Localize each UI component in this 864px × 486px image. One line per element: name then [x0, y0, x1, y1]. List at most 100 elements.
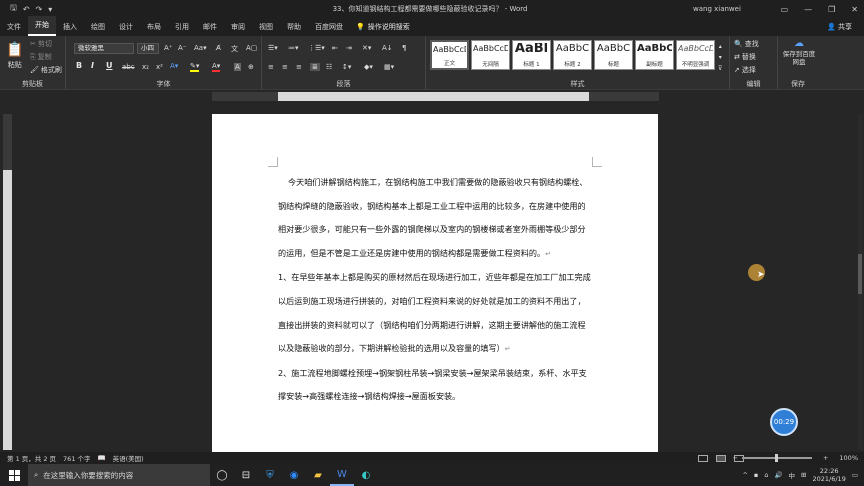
word-app-icon[interactable]: W: [330, 464, 354, 486]
style-title[interactable]: AaBbC 标题: [594, 40, 633, 70]
tray-chevron-icon[interactable]: ^: [742, 471, 747, 479]
borders-button[interactable]: ▦▾: [384, 63, 394, 71]
bullets-button[interactable]: ☰▾: [268, 44, 278, 52]
taskbar-search[interactable]: ⌕ 在这里输入你要搜索的内容: [28, 464, 210, 486]
style-subtitle[interactable]: AaBbC 副标题: [635, 40, 674, 70]
justify-button[interactable]: ≣: [310, 63, 320, 71]
shrink-font-button[interactable]: A⁻: [178, 44, 186, 52]
save-to-netdisk-button[interactable]: ☁ 保存到百度网盘: [780, 39, 818, 67]
print-layout-icon[interactable]: [716, 454, 726, 462]
security-shield-icon[interactable]: ⛨: [258, 464, 282, 486]
minimize-icon[interactable]: —: [804, 5, 812, 14]
tab-baidu-netdisk[interactable]: 百度网盘: [308, 22, 350, 36]
style-no-spacing[interactable]: AaBbCcDi 无间隔: [471, 40, 510, 70]
notification-icon[interactable]: ▭: [852, 471, 858, 479]
numbering-button[interactable]: ≔▾: [288, 44, 299, 52]
paragraph-2[interactable]: 1、在早些年基本上都是购买的原材然后在现场进行加工，近些年都是在加工厂加工完成以…: [278, 266, 592, 361]
ime-app-icon[interactable]: ⊞: [801, 471, 806, 479]
paste-button[interactable]: 📋 粘贴: [6, 42, 23, 70]
zoom-out-icon[interactable]: −: [733, 454, 738, 462]
ribbon-display-icon[interactable]: ▭: [781, 5, 789, 14]
cut-button[interactable]: ✂ 剪切: [30, 39, 52, 49]
redo-icon[interactable]: ↷: [36, 5, 43, 14]
tab-references[interactable]: 引用: [168, 22, 196, 36]
user-name[interactable]: wang xianwei: [693, 5, 741, 13]
enclose-char-button[interactable]: ⊕: [248, 63, 254, 71]
edge-browser-icon[interactable]: ◉: [282, 464, 306, 486]
screen-recorder-icon[interactable]: ◐: [354, 464, 378, 486]
increase-indent-button[interactable]: ⇥: [346, 44, 352, 52]
file-explorer-icon[interactable]: ▰: [306, 464, 330, 486]
tab-mailings[interactable]: 邮件: [196, 22, 224, 36]
tab-home[interactable]: 开始: [28, 16, 56, 36]
style-subtle-emphasis[interactable]: AaBbCcDi 不明显强调: [676, 40, 715, 70]
app-icon-1[interactable]: ⊟: [234, 464, 258, 486]
subscript-button[interactable]: x₂: [142, 63, 149, 71]
tab-view[interactable]: 视图: [252, 22, 280, 36]
shading-button[interactable]: ◆▾: [364, 63, 373, 71]
share-button[interactable]: 👤 共享: [827, 22, 852, 32]
task-view-icon[interactable]: ◯: [210, 464, 234, 486]
font-size-select[interactable]: 小四: [137, 43, 159, 54]
tray-app-icon[interactable]: ▪: [754, 471, 758, 479]
styles-scroll[interactable]: ▴ ▾ ⊽: [718, 42, 722, 73]
horizontal-ruler[interactable]: [212, 92, 659, 101]
save-icon[interactable]: 🖫: [10, 2, 17, 16]
grow-font-button[interactable]: A⁺: [164, 44, 172, 52]
page-count[interactable]: 第 1 页，共 2 页: [7, 453, 56, 463]
scrollbar-thumb[interactable]: [858, 254, 862, 294]
replace-button[interactable]: ⇄ 替换: [734, 52, 756, 62]
paragraph-3[interactable]: 2、施工流程地脚螺栓预埋→钢架钢柱吊装→钢梁安装→屋架梁吊装结束，系杆、水平支撑…: [278, 362, 592, 409]
tab-design[interactable]: 设计: [112, 22, 140, 36]
line-spacing-button[interactable]: ↕▾: [342, 63, 351, 71]
distributed-button[interactable]: ☷: [326, 63, 332, 71]
superscript-button[interactable]: x²: [156, 63, 163, 71]
maximize-icon[interactable]: ❐: [828, 5, 835, 14]
document-page[interactable]: 今天咱们讲解钢结构施工，在钢结构施工中我们需要做的隐蔽验收只有钢结构螺栓、钢结构…: [212, 114, 658, 454]
ime-indicator[interactable]: 中: [789, 470, 796, 480]
select-button[interactable]: ➚ 选择: [734, 65, 756, 75]
copy-button[interactable]: ⎘ 复制: [30, 52, 52, 62]
tab-file[interactable]: 文件: [0, 22, 28, 36]
multilevel-list-button[interactable]: ⋮☰▾: [308, 44, 325, 52]
strikethrough-button[interactable]: abc: [122, 63, 135, 71]
proofing-icon[interactable]: 📖: [98, 454, 106, 462]
vertical-scrollbar[interactable]: [858, 114, 863, 450]
word-count[interactable]: 761 个字: [63, 453, 90, 463]
taskbar-clock[interactable]: 22:26 2021/6/19: [813, 467, 846, 483]
zoom-level[interactable]: 100%: [839, 454, 858, 462]
underline-button[interactable]: U: [106, 61, 113, 70]
format-painter-button[interactable]: 🖌 格式刷: [30, 65, 62, 75]
language[interactable]: 英语(美国): [113, 453, 144, 463]
show-marks-button[interactable]: ¶: [402, 44, 406, 52]
align-right-button[interactable]: ≡: [296, 63, 302, 71]
zoom-slider[interactable]: [741, 454, 812, 462]
tab-help[interactable]: 帮助: [280, 22, 308, 36]
tell-me-search[interactable]: 💡 操作说明搜索: [350, 22, 417, 36]
find-button[interactable]: 🔍 查找: [734, 39, 759, 49]
change-case-button[interactable]: Aa▾: [194, 44, 207, 52]
close-icon[interactable]: ✕: [851, 5, 858, 14]
highlight-button[interactable]: ✎▾: [190, 62, 200, 72]
align-left-button[interactable]: ≡: [268, 63, 274, 71]
sort-button[interactable]: A↓: [382, 44, 393, 52]
tab-insert[interactable]: 插入: [56, 22, 84, 36]
clear-format-button[interactable]: A̸: [216, 44, 221, 52]
read-mode-icon[interactable]: [698, 454, 708, 462]
font-color-button[interactable]: A▾: [212, 62, 221, 72]
align-center-button[interactable]: ≡: [282, 63, 288, 71]
style-heading-2[interactable]: AaBbC 标题 2: [553, 40, 592, 70]
undo-icon[interactable]: ↶: [23, 5, 30, 14]
italic-button[interactable]: I: [91, 61, 94, 70]
char-border-button[interactable]: A▢: [246, 44, 257, 52]
customize-icon[interactable]: ▾: [48, 5, 52, 14]
tab-layout[interactable]: 布局: [140, 22, 168, 36]
zoom-in-icon[interactable]: +: [823, 454, 828, 462]
style-normal[interactable]: AaBbCcDi 正文: [430, 40, 469, 70]
vertical-ruler[interactable]: [3, 114, 12, 450]
char-shading-button[interactable]: A: [234, 63, 241, 71]
start-button[interactable]: [0, 469, 28, 481]
font-name-select[interactable]: 微软雅黑: [74, 43, 134, 54]
chinese-layout-button[interactable]: ✕▾: [362, 44, 371, 52]
recording-timer[interactable]: 00:29: [770, 408, 798, 436]
